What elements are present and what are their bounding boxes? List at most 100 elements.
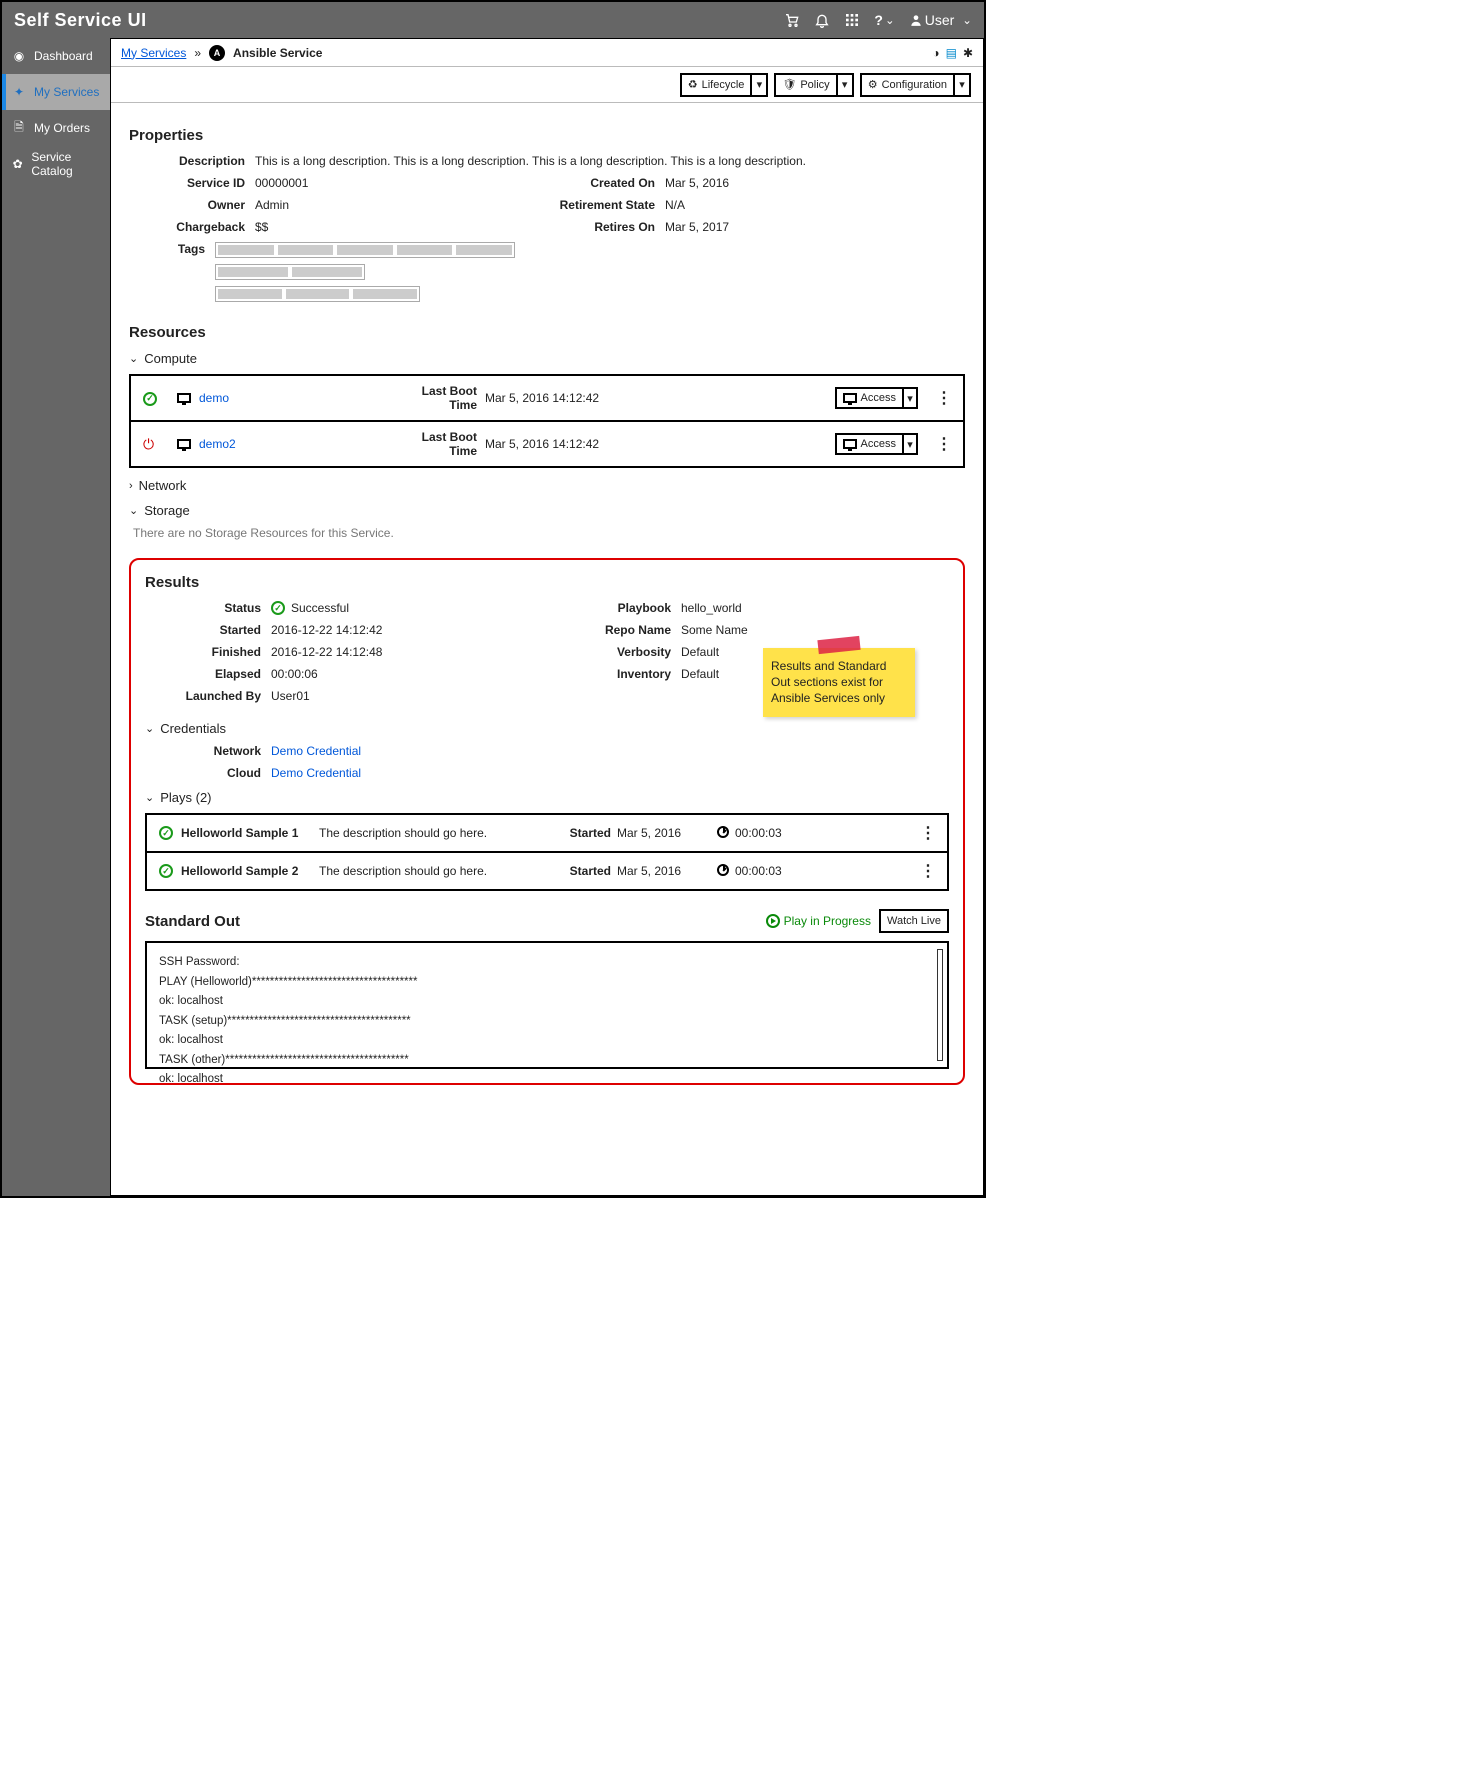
- properties-title: Properties: [129, 127, 965, 144]
- prop-chargeback: $$: [255, 220, 268, 234]
- topbar: Self Service UI ?⌄ User ⌄: [2, 2, 984, 38]
- status-ok-icon: ✓: [271, 601, 285, 615]
- kebab-menu[interactable]: ⋮: [920, 825, 935, 842]
- plays-list: ✓Helloworld Sample 1 The description sho…: [145, 813, 949, 891]
- credential-network-link[interactable]: Demo Credential: [271, 744, 361, 758]
- play-elapsed: 00:00:03: [735, 864, 815, 878]
- bell-icon[interactable]: [814, 12, 830, 28]
- status-ok-icon: ✓: [159, 826, 173, 840]
- view-icon-1[interactable]: ◑: [932, 46, 939, 60]
- sidebar: ◉ Dashboard ✦ My Services 🗎 My Orders ✿ …: [2, 38, 110, 1196]
- view-icon-3[interactable]: ✱: [963, 46, 973, 60]
- sidebar-item-my-orders[interactable]: 🗎 My Orders: [2, 110, 110, 146]
- play-row: ✓Helloworld Sample 2 The description sho…: [147, 853, 947, 889]
- chevron-down-icon: ⌄: [145, 791, 154, 804]
- watch-live-button[interactable]: Watch Live: [879, 909, 949, 933]
- play-desc: The description should go here.: [319, 826, 555, 840]
- prop-service-id: 00000001: [255, 176, 308, 190]
- power-icon: ⏻: [143, 436, 154, 452]
- prop-owner: Admin: [255, 198, 289, 212]
- play-desc: The description should go here.: [319, 864, 555, 878]
- stdout-line: TASK (setup)****************************…: [159, 1012, 935, 1032]
- access-button[interactable]: Access▾: [835, 387, 918, 409]
- clock-icon: [717, 826, 729, 838]
- credential-cloud-link[interactable]: Demo Credential: [271, 766, 361, 780]
- resource-link[interactable]: demo2: [199, 437, 236, 451]
- plays-toggle[interactable]: ⌄Plays (2): [145, 790, 949, 805]
- resource-row: ⏻ demo2 Last Boot Time Mar 5, 2016 14:12…: [131, 422, 963, 466]
- prop-description: This is a long description. This is a lo…: [255, 154, 806, 168]
- help-dropdown[interactable]: ?⌄: [874, 12, 894, 28]
- access-button[interactable]: Access▾: [835, 433, 918, 455]
- chevron-down-icon: ▾: [750, 75, 766, 95]
- kebab-menu[interactable]: ⋮: [920, 863, 935, 880]
- view-icon-2[interactable]: ▤: [946, 46, 957, 60]
- monitor-icon: [177, 393, 191, 403]
- result-playbook: hello_world: [681, 601, 742, 615]
- kebab-menu[interactable]: ⋮: [936, 388, 951, 408]
- grid-icon[interactable]: [844, 12, 860, 28]
- results-title: Results: [145, 574, 949, 591]
- play-row: ✓Helloworld Sample 1 The description sho…: [147, 815, 947, 853]
- chevron-down-icon: ▾: [902, 435, 916, 453]
- result-verbosity: Default: [681, 645, 719, 659]
- stdout-line: SSH Password:: [159, 953, 935, 973]
- chevron-down-icon: ▾: [836, 75, 852, 95]
- result-started: 2016-12-22 14:12:42: [271, 623, 382, 637]
- prop-created-on: Mar 5, 2016: [665, 176, 729, 190]
- resource-last-boot: Mar 5, 2016 14:12:42: [477, 437, 835, 451]
- brand-title: Self Service UI: [14, 10, 147, 31]
- configuration-button[interactable]: ⚙ Configuration ▾: [860, 73, 971, 97]
- result-status: Successful: [291, 601, 349, 615]
- compute-toggle[interactable]: ⌄Compute: [129, 351, 965, 366]
- kebab-menu[interactable]: ⋮: [936, 434, 951, 454]
- user-dropdown[interactable]: User ⌄: [909, 12, 972, 28]
- orders-icon: 🗎: [12, 118, 26, 139]
- sidebar-item-service-catalog[interactable]: ✿ Service Catalog: [2, 146, 110, 182]
- scrollbar[interactable]: [937, 949, 943, 1061]
- catalog-icon: ✿: [12, 157, 23, 171]
- tags-placeholder: [215, 242, 515, 302]
- stdout-line: ok: localhost: [159, 1031, 935, 1051]
- prop-retires-on: Mar 5, 2017: [665, 220, 729, 234]
- sidebar-item-dashboard[interactable]: ◉ Dashboard: [2, 38, 110, 74]
- result-elapsed: 00:00:06: [271, 667, 318, 681]
- clock-icon: [717, 864, 729, 876]
- services-icon: ✦: [12, 85, 26, 99]
- annotation-sticky: Results and Standard Out sections exist …: [763, 648, 915, 717]
- stdout-line: ok: localhost: [159, 992, 935, 1012]
- result-inventory: Default: [681, 667, 719, 681]
- compute-list: ✓ demo Last Boot Time Mar 5, 2016 14:12:…: [129, 374, 965, 468]
- stdout-line: PLAY (Helloworld)***********************…: [159, 973, 935, 993]
- chevron-right-icon: ›: [129, 480, 133, 492]
- breadcrumb-bar: My Services » A Ansible Service ◑ ▤ ✱: [111, 39, 983, 67]
- play-started: Mar 5, 2016: [611, 826, 711, 840]
- play-elapsed: 00:00:03: [735, 826, 815, 840]
- network-toggle[interactable]: ›Network: [129, 478, 965, 493]
- play-icon: [766, 914, 780, 928]
- resource-link[interactable]: demo: [199, 391, 229, 405]
- monitor-icon: [177, 439, 191, 449]
- chevron-down-icon: ▾: [902, 389, 916, 407]
- stdout-line: ok: localhost: [159, 1070, 935, 1090]
- breadcrumb-current: Ansible Service: [233, 46, 322, 60]
- breadcrumb-my-services[interactable]: My Services: [121, 46, 186, 60]
- cart-icon[interactable]: [784, 12, 800, 28]
- storage-toggle[interactable]: ⌄Storage: [129, 503, 965, 518]
- play-started: Mar 5, 2016: [611, 864, 711, 878]
- credentials-toggle[interactable]: ⌄Credentials: [145, 721, 949, 736]
- result-repo: Some Name: [681, 623, 748, 637]
- lifecycle-button[interactable]: ♻ Lifecycle ▾: [680, 73, 769, 97]
- prop-retirement-state: N/A: [665, 198, 685, 212]
- main-panel: My Services » A Ansible Service ◑ ▤ ✱ ♻ …: [110, 38, 984, 1196]
- chevron-down-icon: ▾: [953, 75, 969, 95]
- sidebar-item-my-services[interactable]: ✦ My Services: [2, 74, 110, 110]
- resource-last-boot: Mar 5, 2016 14:12:42: [477, 391, 835, 405]
- status-ok-icon: ✓: [159, 864, 173, 878]
- breadcrumb-sep: »: [194, 46, 201, 60]
- stdout-box: SSH Password: PLAY (Helloworld)*********…: [145, 941, 949, 1069]
- result-finished: 2016-12-22 14:12:48: [271, 645, 382, 659]
- ansible-icon: A: [209, 45, 225, 61]
- resource-row: ✓ demo Last Boot Time Mar 5, 2016 14:12:…: [131, 376, 963, 422]
- policy-button[interactable]: 🛡 Policy ▾: [774, 73, 853, 97]
